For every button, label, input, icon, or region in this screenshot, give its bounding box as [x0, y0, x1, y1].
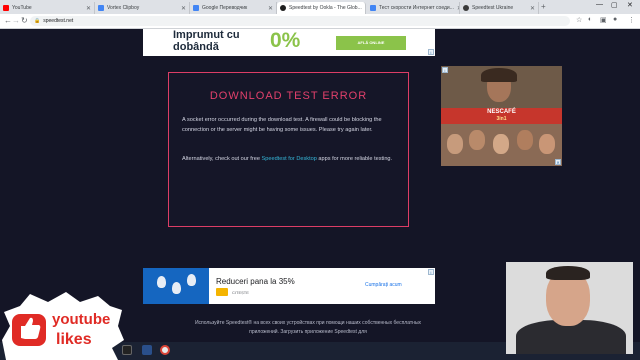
close-tab-icon[interactable]: ✕: [365, 5, 366, 12]
ad-headline: Reduceri pana la 35%: [216, 277, 295, 286]
forward-arrow-icon[interactable]: →: [12, 16, 20, 26]
close-tab-icon[interactable]: ✕: [530, 5, 535, 12]
error-message: A socket error occurred during the downl…: [182, 117, 382, 133]
url-text: speedtest.net: [43, 18, 74, 24]
extension-icon[interactable]: ◐: [588, 16, 592, 23]
tab-vortex[interactable]: Vortex Clipboy ✕: [95, 2, 190, 14]
lock-icon: 🔒: [34, 18, 41, 24]
ad-info-icon[interactable]: i: [442, 67, 448, 73]
tab-favicon: [370, 5, 376, 11]
webcam-overlay: [506, 262, 633, 354]
ad-close-icon[interactable]: ✕: [555, 159, 561, 165]
ad-brand: NESCAFÉ: [487, 109, 516, 115]
ad-info-icon[interactable]: i: [428, 49, 434, 55]
tab-speed-test-ru[interactable]: Тест скорости Интернет соеди... ✕: [367, 2, 460, 14]
youtube-icon: [3, 5, 9, 11]
ad-brand-strip: NESCAFÉ 3in1: [441, 108, 562, 124]
extension-icon[interactable]: ▣: [600, 16, 607, 24]
ad-product: 3in1: [496, 116, 507, 122]
close-tab-icon[interactable]: ✕: [268, 5, 273, 12]
taskbar-app-icon[interactable]: [142, 345, 152, 355]
ad-headline: Imprumut cu dobândă: [173, 29, 240, 53]
bookmark-star-icon[interactable]: ☆: [576, 16, 582, 24]
ad-photo: [441, 66, 562, 108]
google-translate-icon: [193, 5, 199, 11]
tab-label: Vortex Clipboy: [107, 5, 140, 11]
close-tab-icon[interactable]: ✕: [181, 5, 186, 12]
tab-label: YouTube: [12, 5, 32, 11]
ad-banner-top[interactable]: Imprumut cu dobândă 0% AFLĂ ONLINE i: [143, 29, 435, 56]
tab-translate[interactable]: Google Переводчик ✕: [190, 2, 277, 14]
tab-label: Тест скорости Интернет соеди...: [379, 5, 454, 11]
bulb-icon: [172, 282, 181, 294]
speedtest-icon: [463, 5, 469, 11]
error-title: DOWNLOAD TEST ERROR: [209, 90, 368, 102]
ad-rate: 0%: [270, 29, 301, 52]
tab-label: Speedtest by Ookla - The Glob...: [289, 5, 362, 11]
new-tab-button[interactable]: +: [541, 2, 546, 12]
tab-label: Speedtest Ukraine: [472, 5, 514, 11]
sticker-line1: youtube: [52, 311, 110, 328]
address-bar[interactable]: 🔒 speedtest.net: [30, 16, 570, 26]
close-tab-icon[interactable]: ✕: [86, 5, 91, 12]
sticker-line2: likes: [56, 331, 92, 348]
minimize-button[interactable]: —: [596, 1, 603, 8]
close-window-button[interactable]: ✕: [627, 1, 633, 9]
bulb-icon: [187, 274, 196, 286]
ad-photo-crowd: [441, 124, 562, 166]
profile-avatar[interactable]: ●: [613, 16, 617, 23]
browser-toolbar: ← → ↻ 🔒 speedtest.net ☆ ◐ ▣ ● ⋮: [0, 14, 640, 29]
ad-subtext: CITEȘTE: [232, 290, 249, 295]
ad-banner-bottom[interactable]: Reduceri pana la 35% CITEȘTE Cumpărați a…: [143, 268, 435, 304]
alternative-suffix: apps for more reliable testing.: [316, 156, 393, 162]
youtube-likes-sticker: youtube likes: [2, 292, 124, 360]
tab-speedtest-active[interactable]: Speedtest by Ookla - The Glob... ✕: [277, 2, 366, 14]
tab-speedtest-ukraine[interactable]: Speedtest Ukraine ✕: [460, 2, 539, 14]
footer-text: Используйте Speedtest® на всех своих уст…: [194, 320, 422, 335]
ad-cta-button[interactable]: AFLĂ ONLINE: [336, 36, 406, 50]
maximize-button[interactable]: ▢: [611, 1, 618, 9]
back-arrow-icon[interactable]: ←: [4, 16, 12, 26]
menu-kebab-icon[interactable]: ⋮: [628, 16, 635, 24]
tab-label: Google Переводчик: [202, 5, 248, 11]
bulb-icon: [157, 276, 166, 288]
error-alternative: Alternatively, check out our free Speedt…: [182, 154, 397, 164]
ad-sidebar-right[interactable]: NESCAFÉ 3in1 i ✕: [441, 66, 562, 166]
desktop-app-link[interactable]: Speedtest for Desktop: [262, 156, 317, 162]
speedtest-icon: [280, 5, 286, 11]
tab-strip: YouTube ✕ Vortex Clipboy ✕ Google Перево…: [0, 0, 640, 14]
ad-info-icon[interactable]: i: [428, 269, 434, 275]
error-panel: DOWNLOAD TEST ERROR A socket error occur…: [168, 72, 409, 227]
tab-youtube[interactable]: YouTube ✕: [0, 2, 95, 14]
alternative-prefix: Alternatively, check out our free: [182, 156, 262, 162]
reload-icon[interactable]: ↻: [21, 16, 28, 26]
ad-logo-icon: [216, 288, 228, 296]
chrome-icon[interactable]: [160, 345, 170, 355]
ad-cta-link[interactable]: Cumpărați acum: [365, 282, 433, 288]
tab-favicon: [98, 5, 104, 11]
ad-bulbs-image: [143, 268, 209, 304]
